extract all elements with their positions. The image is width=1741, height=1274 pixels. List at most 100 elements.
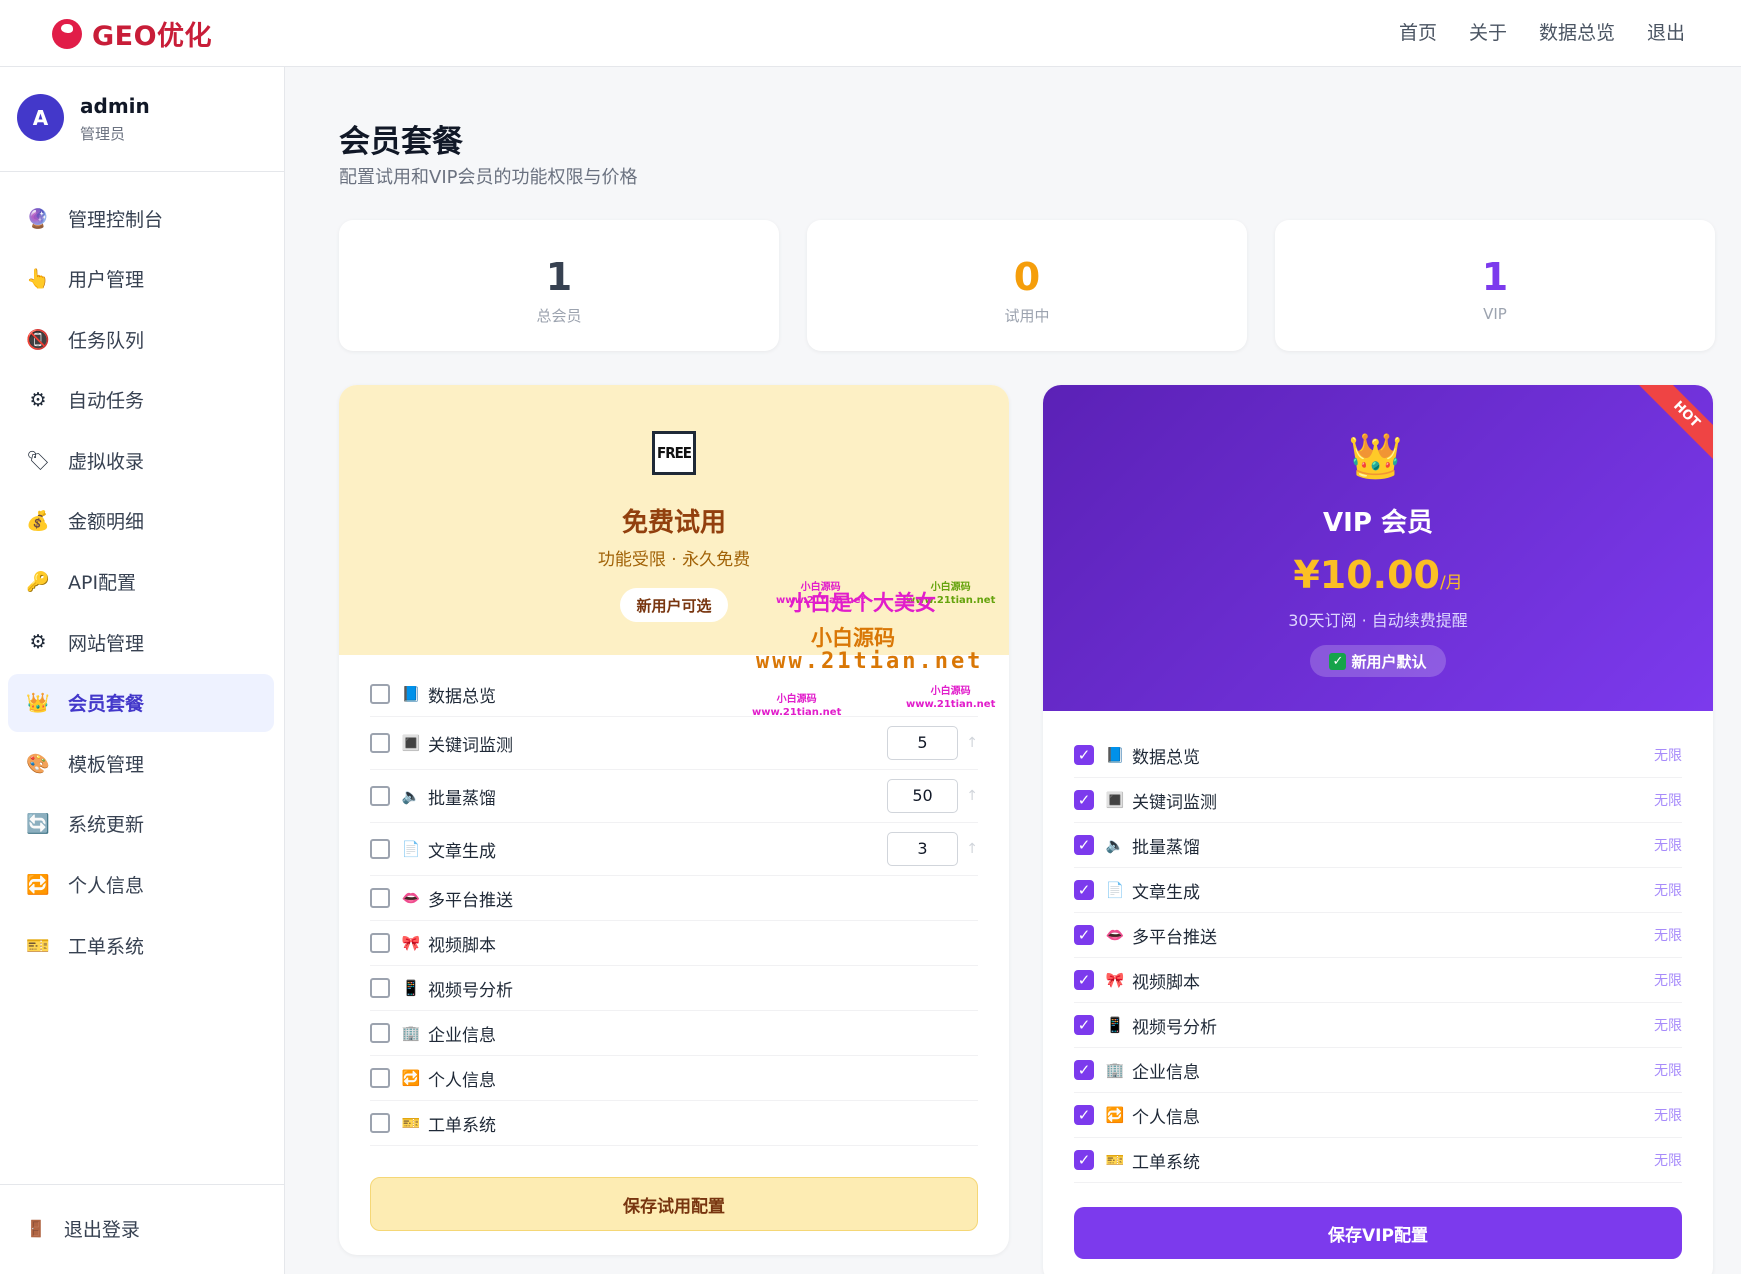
feature-checkbox[interactable]: ✓ bbox=[1074, 1060, 1094, 1080]
feature-checkbox[interactable]: ✓ bbox=[1074, 745, 1094, 765]
nav-home-link[interactable]: 首页 bbox=[1399, 18, 1437, 45]
menu-icon: 🔮 bbox=[26, 207, 50, 230]
feature-label: 视频脚本 bbox=[1132, 972, 1200, 993]
feature-row: ✓ 🎫 工单系统 无限 bbox=[1074, 1138, 1682, 1183]
feature-icon: 📱 bbox=[401, 979, 421, 997]
feature-row: ✓ 🔳 关键词监测 无限 bbox=[1074, 778, 1682, 823]
sidebar-item-label: API配置 bbox=[68, 572, 137, 595]
free-plan-name: 免费试用 bbox=[621, 508, 726, 538]
quantity-input[interactable]: 50 bbox=[887, 779, 958, 813]
feature-label: 工单系统 bbox=[428, 1115, 496, 1136]
feature-label: 视频脚本 bbox=[428, 935, 496, 956]
feature-label: 企业信息 bbox=[1132, 1062, 1200, 1083]
feature-checkbox[interactable] bbox=[370, 733, 390, 753]
feature-icon: 📄 bbox=[401, 840, 421, 858]
stat-label: 总会员 bbox=[536, 307, 582, 325]
quantity-input[interactable]: 5 bbox=[887, 726, 958, 760]
feature-checkbox[interactable] bbox=[370, 786, 390, 806]
sidebar-item[interactable]: 🔮 管理控制台 bbox=[8, 189, 274, 247]
feature-checkbox[interactable] bbox=[370, 684, 390, 704]
feature-checkbox[interactable]: ✓ bbox=[1074, 970, 1094, 990]
feature-checkbox[interactable] bbox=[370, 839, 390, 859]
sidebar-item[interactable]: 🔄 系统更新 bbox=[8, 795, 274, 853]
feature-checkbox[interactable] bbox=[370, 888, 390, 908]
free-plan-desc: 功能受限 · 永久免费 bbox=[597, 550, 751, 570]
sidebar-item-label: 自动任务 bbox=[68, 390, 145, 413]
nav-about-link[interactable]: 关于 bbox=[1469, 18, 1507, 45]
vip-plan-desc: 30天订阅 · 自动续费提醒 bbox=[1288, 611, 1468, 630]
feature-checkbox[interactable] bbox=[370, 1023, 390, 1043]
feature-checkbox[interactable]: ✓ bbox=[1074, 1105, 1094, 1125]
sidebar-item[interactable]: 🎨 模板管理 bbox=[8, 734, 274, 792]
feature-checkbox[interactable]: ✓ bbox=[1074, 790, 1094, 810]
unlimited-label: 无限 bbox=[1654, 883, 1682, 899]
free-feature-list: 📘 数据总览 🔳 关键词监测 5 ↑ 🔈 批量蒸馏 50 ↑ 📄 文章生成 3 ↑ 👄 多平台推送 🎀 视频脚本 📱… bbox=[370, 672, 978, 1146]
page-subtitle: 配置试用和VIP会员的功能权限与价格 bbox=[339, 167, 638, 188]
feature-checkbox[interactable]: ✓ bbox=[1074, 925, 1094, 945]
unlimited-label: 无限 bbox=[1654, 928, 1682, 944]
feature-checkbox[interactable]: ✓ bbox=[1074, 880, 1094, 900]
sidebar-item[interactable]: 💰 金额明细 bbox=[8, 492, 274, 550]
feature-icon: 👄 bbox=[1105, 926, 1125, 944]
menu-icon: ⚙ bbox=[29, 388, 47, 411]
stat-value: 0 bbox=[1013, 255, 1041, 299]
feature-icon: 🎀 bbox=[1105, 971, 1125, 989]
menu-icon: ⚙ bbox=[29, 631, 47, 654]
vip-price-amount: ¥10.00 bbox=[1293, 553, 1440, 597]
nav-overview-link[interactable]: 数据总览 bbox=[1539, 18, 1615, 45]
feature-label: 关键词监测 bbox=[1132, 792, 1217, 813]
sidebar-item[interactable]: 🏷 虚拟收录 bbox=[8, 431, 274, 489]
brand[interactable]: GEO优化 bbox=[52, 14, 212, 53]
feature-row: 🏢 企业信息 bbox=[370, 1011, 978, 1056]
logout-button[interactable]: 🚪 退出登录 bbox=[26, 1215, 140, 1242]
sidebar-item[interactable]: 🎫 工单系统 bbox=[8, 916, 274, 974]
sidebar-item[interactable]: 📵 任务队列 bbox=[8, 310, 274, 368]
feature-checkbox[interactable] bbox=[370, 1068, 390, 1088]
menu-icon: 👆 bbox=[26, 268, 50, 291]
sidebar-item[interactable]: ⚙ 自动任务 bbox=[8, 371, 274, 429]
top-bar: GEO优化 首页 关于 数据总览 退出 bbox=[0, 0, 1741, 67]
sidebar-item[interactable]: 👑 会员套餐 bbox=[8, 673, 274, 732]
vip-plan-badge: ✓ 新用户默认 bbox=[1310, 645, 1446, 677]
sidebar-item[interactable]: ⚙ 网站管理 bbox=[8, 613, 274, 671]
vip-feature-list: ✓ 📘 数据总览 无限 ✓ 🔳 关键词监测 无限 ✓ 🔈 批量蒸馏 无限 ✓ 📄 文章生成 无限 ✓ 👄 多平台推送… bbox=[1074, 733, 1682, 1183]
feature-row: ✓ 🔁 个人信息 无限 bbox=[1074, 1093, 1682, 1138]
feature-checkbox[interactable]: ✓ bbox=[1074, 835, 1094, 855]
sidebar-item-label: 个人信息 bbox=[68, 875, 145, 898]
unlimited-label: 无限 bbox=[1654, 748, 1682, 764]
user-role: 管理员 bbox=[80, 125, 126, 143]
menu-icon: 🔄 bbox=[26, 813, 50, 836]
feature-label: 个人信息 bbox=[1132, 1107, 1200, 1128]
feature-row: 🔁 个人信息 bbox=[370, 1056, 978, 1101]
save-vip-button[interactable]: 保存VIP配置 bbox=[1074, 1207, 1682, 1259]
feature-row: 👄 多平台推送 bbox=[370, 876, 978, 921]
feature-row: 🎫 工单系统 bbox=[370, 1101, 978, 1146]
sidebar-item[interactable]: 🔁 个人信息 bbox=[8, 856, 274, 914]
feature-icon: 🔁 bbox=[1105, 1106, 1125, 1124]
feature-checkbox[interactable]: ✓ bbox=[1074, 1150, 1094, 1170]
sidebar-item-label: 管理控制台 bbox=[68, 208, 164, 231]
quantity-input[interactable]: 3 bbox=[887, 832, 958, 866]
feature-icon: 🏢 bbox=[401, 1024, 421, 1042]
feature-label: 文章生成 bbox=[1132, 882, 1200, 903]
sidebar-item[interactable]: 🔑 API配置 bbox=[8, 553, 274, 611]
feature-icon: 📱 bbox=[1105, 1016, 1125, 1034]
stat-trial-members: 0 试用中 bbox=[807, 220, 1247, 351]
feature-checkbox[interactable] bbox=[370, 1113, 390, 1133]
feature-icon: 📘 bbox=[1105, 746, 1125, 764]
feature-checkbox[interactable] bbox=[370, 978, 390, 998]
globe-icon bbox=[52, 18, 82, 49]
unlimited-label: 无限 bbox=[1654, 793, 1682, 809]
feature-checkbox[interactable] bbox=[370, 933, 390, 953]
sidebar-item[interactable]: 👆 用户管理 bbox=[8, 250, 274, 308]
feature-row: 📄 文章生成 3 ↑ bbox=[370, 823, 978, 876]
page-title: 会员套餐 bbox=[339, 124, 463, 160]
menu-icon: 🔑 bbox=[26, 571, 50, 594]
save-trial-button[interactable]: 保存试用配置 bbox=[370, 1177, 978, 1231]
feature-icon: 🔁 bbox=[401, 1069, 421, 1087]
feature-label: 工单系统 bbox=[1132, 1152, 1200, 1173]
feature-checkbox[interactable]: ✓ bbox=[1074, 1015, 1094, 1035]
top-nav: 首页 关于 数据总览 退出 bbox=[1399, 18, 1685, 45]
feature-row: ✓ 👄 多平台推送 无限 bbox=[1074, 913, 1682, 958]
nav-logout-link[interactable]: 退出 bbox=[1647, 18, 1685, 45]
